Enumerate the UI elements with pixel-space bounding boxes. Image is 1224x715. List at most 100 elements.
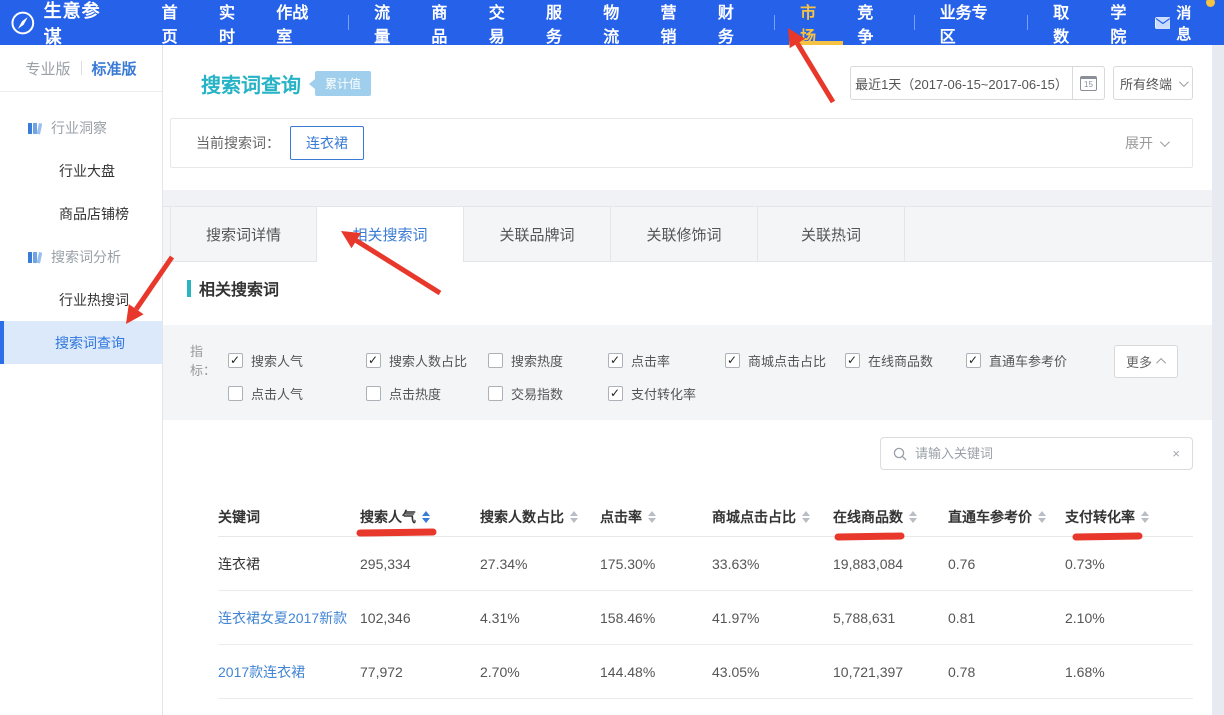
tab-related-hot-words[interactable]: 关联热词 <box>758 207 905 261</box>
checkbox-searcher-ratio[interactable]: 搜索人数占比 <box>366 351 488 370</box>
column-header-keyword[interactable]: 关键词 <box>218 507 360 527</box>
envelope-icon <box>1155 17 1171 29</box>
checkbox-mall-click-ratio[interactable]: 商城点击占比 <box>725 351 845 370</box>
date-range-picker[interactable]: 最近1天（2017-06-15~2017-06-15） <box>850 66 1073 100</box>
checkbox-label: 交易指数 <box>511 384 563 403</box>
metrics-label: 指标： <box>190 341 228 379</box>
checkbox-label: 搜索人数占比 <box>389 351 467 370</box>
checkbox-click-heat[interactable]: 点击热度 <box>366 384 488 403</box>
nav-item-goods[interactable]: 商品 <box>418 0 475 45</box>
section-title: 相关搜索词 <box>199 276 279 300</box>
nav-item-trade[interactable]: 交易 <box>476 0 533 45</box>
column-label: 点击率 <box>600 507 642 527</box>
top-nav: 生意参谋 首页 实时 作战室 流量 商品 交易 服务 物流 营销 财务 市场 竞… <box>0 0 1224 45</box>
sidebar-item-product-shop-rank[interactable]: 商品店铺榜 <box>0 192 162 235</box>
keyword-link[interactable]: 连衣裙女夏2017新款 <box>218 608 360 628</box>
chevron-down-icon <box>1160 137 1170 147</box>
column-header-payment-conversion[interactable]: 支付转化率 <box>1065 507 1193 527</box>
message-center[interactable]: 消息 <box>1155 2 1206 44</box>
sort-icon[interactable] <box>422 511 430 523</box>
nav-divider <box>1027 15 1028 30</box>
nav-divider <box>348 15 349 30</box>
sidebar-item-search-word-query[interactable]: 搜索词查询 <box>0 321 162 364</box>
date-range-text: 最近1天（2017-06-15~2017-06-15） <box>855 74 1068 93</box>
calendar-button[interactable]: 15 <box>1073 66 1105 100</box>
checkbox-payment-conversion[interactable]: 支付转化率 <box>608 384 725 403</box>
nav-item-finance[interactable]: 财务 <box>705 0 762 45</box>
checkbox-online-products[interactable]: 在线商品数 <box>845 351 966 370</box>
nav-item-home[interactable]: 首页 <box>149 0 206 45</box>
column-header-click-rate[interactable]: 点击率 <box>600 507 712 527</box>
brand-name: 生意参谋 <box>44 0 119 49</box>
checkbox-label: 点击人气 <box>251 384 303 403</box>
clear-input-icon[interactable]: × <box>1172 446 1180 461</box>
tab-search-word-detail[interactable]: 搜索词详情 <box>170 207 317 261</box>
checkbox-search-heat[interactable]: 搜索热度 <box>488 351 608 370</box>
detail-tabs: 搜索词详情 相关搜索词 关联品牌词 关联修饰词 关联热词 <box>163 206 1212 262</box>
nav-item-competition[interactable]: 竞争 <box>844 0 901 45</box>
sidebar-item-hot-search-words[interactable]: 行业热搜词 <box>0 278 162 321</box>
app-logo[interactable]: 生意参谋 <box>10 0 119 49</box>
tab-related-search-words[interactable]: 相关搜索词 <box>317 207 464 261</box>
sidebar-item-industry-overview[interactable]: 行业大盘 <box>0 149 162 192</box>
nav-item-market[interactable]: 市场 <box>787 0 844 45</box>
column-header-mall-click-ratio[interactable]: 商城点击占比 <box>712 507 833 527</box>
nav-item-marketing[interactable]: 营销 <box>648 0 705 45</box>
keyword-search-input[interactable] <box>915 446 1172 461</box>
cumulative-value-badge: 累计值 <box>315 71 371 96</box>
column-header-ztc-price[interactable]: 直通车参考价 <box>948 507 1065 527</box>
books-icon <box>27 250 42 264</box>
checkbox-label: 商城点击占比 <box>748 351 826 370</box>
tab-related-brand-words[interactable]: 关联品牌词 <box>464 207 611 261</box>
column-label: 搜索人数占比 <box>480 507 564 527</box>
checkbox-icon <box>488 386 503 401</box>
sort-icon[interactable] <box>1038 511 1046 523</box>
scrollbar-track[interactable] <box>1212 45 1224 715</box>
sort-icon[interactable] <box>909 511 917 523</box>
sort-icon[interactable] <box>648 511 656 523</box>
sort-icon[interactable] <box>1141 511 1149 523</box>
nav-item-realtime[interactable]: 实时 <box>206 0 263 45</box>
expand-toggle[interactable]: 展开 <box>1125 133 1167 153</box>
column-header-online-products[interactable]: 在线商品数 <box>833 507 948 527</box>
checkbox-click-popularity[interactable]: 点击人气 <box>228 384 366 403</box>
sidebar-group-label: 搜索词分析 <box>51 247 121 267</box>
tab-related-modifier-words[interactable]: 关联修饰词 <box>611 207 758 261</box>
cell-searcher-ratio: 2.70% <box>480 664 600 680</box>
table-body: 连衣裙 295,334 27.34% 175.30% 33.63% 19,883… <box>218 537 1193 699</box>
column-header-searcher-ratio[interactable]: 搜索人数占比 <box>480 507 600 527</box>
sort-icon[interactable] <box>802 511 810 523</box>
keyword-search-box: × <box>880 437 1193 470</box>
nav-item-warroom[interactable]: 作战室 <box>263 0 336 45</box>
terminal-filter-value: 所有终端 <box>1120 74 1172 93</box>
nav-item-business-zone[interactable]: 业务专区 <box>927 0 1016 45</box>
column-header-search-popularity[interactable]: 搜索人气 <box>360 507 480 527</box>
cell-mall-click-ratio: 41.97% <box>712 610 833 626</box>
more-button[interactable]: 更多 <box>1114 345 1178 378</box>
current-word-tag[interactable]: 连衣裙 <box>290 126 364 160</box>
version-tab-standard[interactable]: 标准版 <box>82 58 147 79</box>
notification-dot <box>1206 0 1215 7</box>
cell-online-products: 10,721,397 <box>833 664 948 680</box>
terminal-filter-dropdown[interactable]: 所有终端 <box>1113 66 1193 100</box>
checkbox-label: 点击率 <box>631 351 670 370</box>
calendar-icon: 15 <box>1080 76 1097 91</box>
nav-item-traffic[interactable]: 流量 <box>361 0 418 45</box>
checkbox-trade-index[interactable]: 交易指数 <box>488 384 608 403</box>
message-label: 消息 <box>1176 2 1206 44</box>
cell-mall-click-ratio: 43.05% <box>712 664 833 680</box>
expand-label: 展开 <box>1125 133 1153 153</box>
sidebar-menu: 行业洞察 行业大盘 商品店铺榜 搜索词分析 行业热搜词 搜索词查询 <box>0 92 162 364</box>
nav-item-logistics[interactable]: 物流 <box>590 0 647 45</box>
checkbox-search-popularity[interactable]: 搜索人气 <box>228 351 366 370</box>
nav-item-data-fetch[interactable]: 取数 <box>1040 0 1097 45</box>
checkbox-ztc-reference-price[interactable]: 直通车参考价 <box>966 351 1096 370</box>
sort-icon[interactable] <box>570 511 578 523</box>
keyword-link[interactable]: 2017款连衣裙 <box>218 662 360 682</box>
nav-item-academy[interactable]: 学院 <box>1097 0 1154 45</box>
checkbox-click-rate[interactable]: 点击率 <box>608 351 725 370</box>
checkbox-label: 直通车参考价 <box>989 351 1067 370</box>
version-tab-pro[interactable]: 专业版 <box>15 58 80 79</box>
cell-search-popularity: 295,334 <box>360 556 480 572</box>
nav-item-service[interactable]: 服务 <box>533 0 590 45</box>
